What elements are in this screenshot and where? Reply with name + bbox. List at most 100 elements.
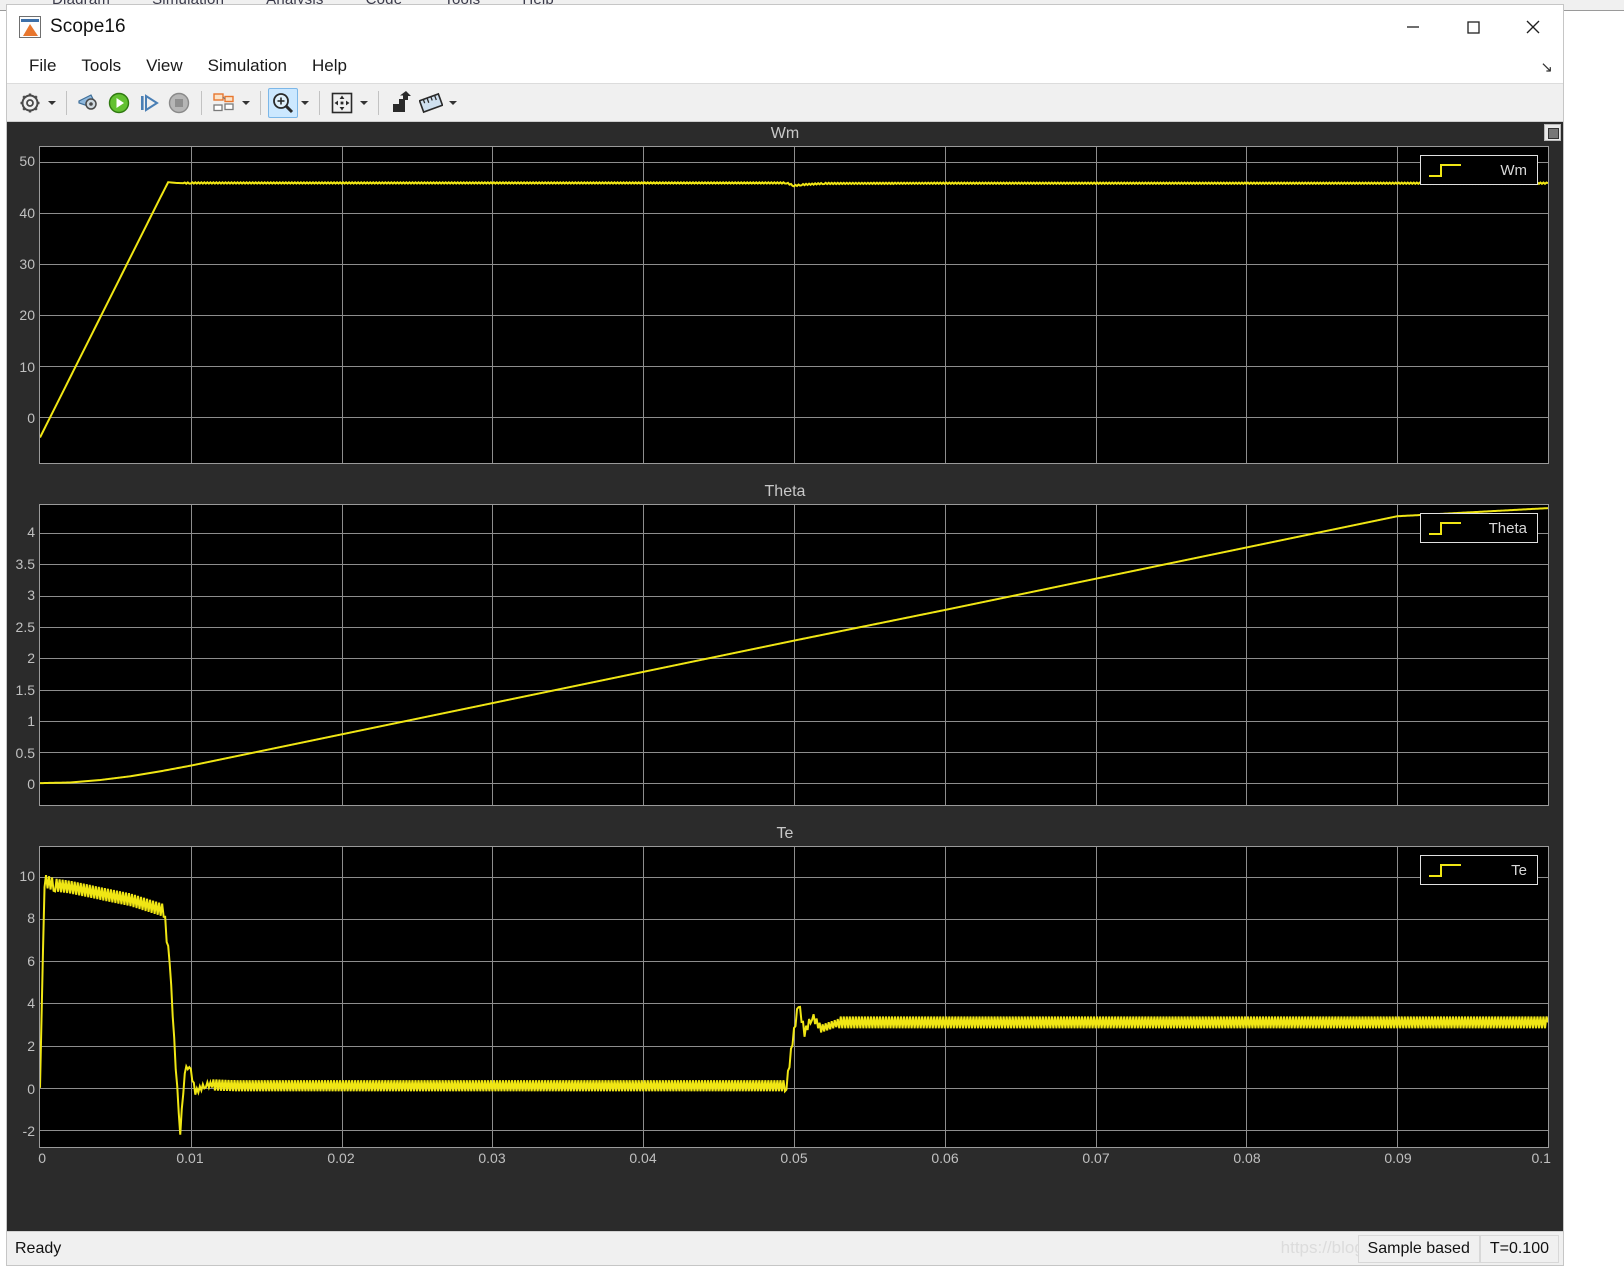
wm-axes[interactable]: Wm	[39, 146, 1549, 464]
status-time: T=0.100	[1479, 1235, 1559, 1263]
x-tick: 0.04	[629, 1150, 657, 1166]
status-sample-mode: Sample based	[1357, 1235, 1480, 1263]
theta-plot-title: Theta	[764, 483, 806, 500]
te-plot-title: Te	[776, 825, 794, 842]
theta-legend-label: Theta	[1488, 519, 1527, 537]
wm-legend[interactable]: Wm	[1420, 155, 1538, 185]
wm-ytick: 10	[19, 358, 35, 375]
menu-file[interactable]: File	[19, 53, 66, 79]
status-right-group: Sample based T=0.100	[1357, 1235, 1559, 1263]
menu-help[interactable]: Help	[302, 53, 357, 79]
te-ytick: 6	[27, 952, 35, 969]
wm-y-axis: 0 10 20 30 40 50	[7, 146, 39, 464]
menu-tools[interactable]: Tools	[71, 53, 131, 79]
toolbar-separator	[319, 90, 320, 115]
theta-y-axis: 0 0.5 1 1.5 2 2.5 3 3.5 4	[7, 504, 39, 806]
scope-window: Scope16 File Tools View Simulation Help …	[6, 4, 1564, 1266]
collapse-toolstrip-icon[interactable]: ↘	[1540, 58, 1553, 76]
close-button[interactable]	[1503, 5, 1563, 49]
menu-view[interactable]: View	[136, 53, 193, 79]
wm-plot: Wm Wm 0 10 20 30 40 50	[7, 122, 1563, 464]
theta-trace	[40, 505, 1548, 805]
x-tick: 0.05	[780, 1150, 808, 1166]
maximize-icon	[1467, 21, 1480, 34]
matlab-scope-icon	[19, 16, 41, 38]
theta-ytick: 2.5	[15, 618, 35, 635]
theta-ytick: 2	[27, 650, 35, 667]
layout-dropdown-icon[interactable]	[239, 88, 253, 118]
step-forward-icon[interactable]	[134, 88, 164, 118]
configuration-properties-dropdown-icon[interactable]	[45, 88, 59, 118]
te-y-axis: -2 0 2 4 6 8 10	[7, 846, 39, 1148]
x-axis: 0 0.01 0.02 0.03 0.04 0.05 0.06 0.07 0.0…	[38, 1148, 1551, 1178]
x-tick: 0.06	[931, 1150, 959, 1166]
status-bar: Ready https://blog.csdn.net/mr_no_deep S…	[7, 1231, 1563, 1265]
minimize-button[interactable]	[1383, 5, 1443, 49]
te-legend-label: Te	[1511, 861, 1527, 879]
title-bar: Scope16	[7, 5, 1563, 49]
te-ytick: 4	[27, 995, 35, 1012]
zoom-dropdown-icon[interactable]	[298, 88, 312, 118]
toolbar-separator	[66, 90, 67, 115]
scope-plot-area: Wm Wm 0 10 20 30 40 50 Theta Theta 0 0.5…	[7, 122, 1563, 1231]
status-message: Ready	[15, 1239, 62, 1257]
wm-ytick: 50	[19, 153, 35, 170]
x-tick: 0.07	[1082, 1150, 1110, 1166]
minimize-icon	[1407, 26, 1419, 28]
toolbar	[7, 84, 1563, 122]
stop-icon[interactable]	[164, 88, 194, 118]
theta-ytick: 1	[27, 713, 35, 730]
cursor-measurements-icon[interactable]	[416, 88, 446, 118]
float-panel-icon[interactable]	[1544, 124, 1561, 141]
cursor-measurements-dropdown-icon[interactable]	[446, 88, 460, 118]
theta-ytick: 3.5	[15, 555, 35, 572]
te-ytick: 0	[27, 1080, 35, 1097]
wm-trace	[40, 147, 1548, 463]
step-signal-icon	[1429, 864, 1461, 877]
x-tick: 0.02	[327, 1150, 355, 1166]
te-plot: Te Te -2 0 2 4 6 8 10	[7, 822, 1563, 1148]
theta-ytick: 3	[27, 587, 35, 604]
step-signal-icon	[1429, 522, 1461, 535]
te-legend[interactable]: Te	[1420, 855, 1538, 885]
te-trace	[40, 847, 1548, 1147]
wm-legend-label: Wm	[1500, 161, 1527, 179]
configuration-properties-icon[interactable]	[15, 88, 45, 118]
layout-icon[interactable]	[209, 88, 239, 118]
run-icon[interactable]	[104, 88, 134, 118]
wm-ytick: 30	[19, 255, 35, 272]
toolbar-separator	[260, 90, 261, 115]
x-tick: 0.03	[478, 1150, 506, 1166]
te-ytick: 2	[27, 1037, 35, 1054]
maximize-button[interactable]	[1443, 5, 1503, 49]
wm-ytick: 40	[19, 204, 35, 221]
x-tick: 0.01	[176, 1150, 204, 1166]
simulink-model-icon[interactable]	[74, 88, 104, 118]
scope-window-root: DiagramSimulationAnalysisCodeToolsHelp S…	[0, 0, 1624, 1269]
te-ytick: 8	[27, 910, 35, 927]
theta-plot: Theta Theta 0 0.5 1 1.5 2 2.5 3 3.5 4	[7, 480, 1563, 806]
autoscale-icon[interactable]	[386, 88, 416, 118]
theta-ytick: 0	[27, 775, 35, 792]
close-icon	[1526, 20, 1540, 34]
theta-legend[interactable]: Theta	[1420, 513, 1538, 543]
pan-icon[interactable]	[327, 88, 357, 118]
step-signal-icon	[1429, 164, 1461, 177]
zoom-in-icon[interactable]	[268, 87, 298, 118]
te-ytick: -2	[22, 1123, 35, 1140]
window-title: Scope16	[50, 16, 126, 37]
x-tick: 0.1	[1531, 1150, 1551, 1166]
wm-ytick: 0	[27, 409, 35, 426]
te-ytick: 10	[19, 867, 35, 884]
menu-simulation[interactable]: Simulation	[198, 53, 297, 79]
theta-ytick: 4	[27, 524, 35, 541]
theta-axes[interactable]: Theta	[39, 504, 1549, 806]
te-axes[interactable]: Te	[39, 846, 1549, 1148]
pan-dropdown-icon[interactable]	[357, 88, 371, 118]
wm-plot-title: Wm	[770, 125, 800, 142]
x-tick: 0.09	[1384, 1150, 1412, 1166]
menu-bar: File Tools View Simulation Help ↘	[7, 49, 1563, 84]
window-controls	[1383, 5, 1563, 49]
x-tick: 0	[38, 1150, 47, 1166]
theta-ytick: 0.5	[15, 744, 35, 761]
